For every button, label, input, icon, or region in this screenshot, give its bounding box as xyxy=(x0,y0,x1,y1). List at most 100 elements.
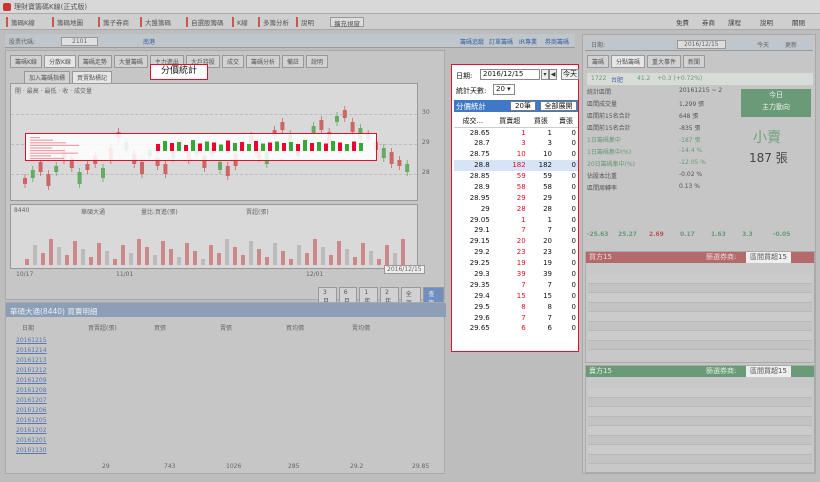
price-row[interactable]: 29 28 28 0 xyxy=(454,203,578,214)
detail-date-link[interactable]: 20161214 xyxy=(16,347,47,354)
count-button[interactable]: 20筆 xyxy=(510,101,536,111)
detail-date-link[interactable]: 20161205 xyxy=(16,417,47,424)
broker-row[interactable] xyxy=(588,435,812,445)
right-tab-1[interactable]: 籌碼 xyxy=(587,55,610,68)
menu-item-8[interactable]: 說明 xyxy=(296,17,317,27)
price-row[interactable]: 29.1 7 7 0 xyxy=(454,225,578,236)
broker-row[interactable] xyxy=(588,426,812,436)
menu-item-6[interactable]: K線 xyxy=(232,17,251,27)
menu-item-1[interactable]: 籌碼K線 xyxy=(6,17,38,27)
price-row[interactable]: 28.95 29 29 0 xyxy=(454,192,578,203)
broker-row[interactable] xyxy=(588,454,812,464)
right-tab-3[interactable]: 重大事件 xyxy=(647,55,682,68)
volume-bar xyxy=(89,257,93,265)
price-row[interactable]: 29.4 15 15 0 xyxy=(454,290,578,301)
broker-row[interactable] xyxy=(588,445,812,455)
stat-days-select[interactable]: 20 ▾ xyxy=(493,84,515,95)
menu-right-3[interactable]: 課程 xyxy=(728,17,741,27)
price-row[interactable]: 28.9 58 58 0 xyxy=(454,181,578,192)
volume-bar xyxy=(121,245,125,265)
detail-date-link[interactable]: 20161212 xyxy=(16,367,47,374)
buyers-filter-select[interactable]: 區間買超15 xyxy=(746,252,791,263)
col-sell[interactable]: 賣張 xyxy=(554,115,578,128)
broker-row[interactable] xyxy=(588,407,812,417)
volume-bar xyxy=(209,245,213,265)
broker-row[interactable] xyxy=(588,312,812,322)
toolbar-link-1[interactable]: 籌碼追蹤 xyxy=(460,37,484,46)
menu-right-2[interactable]: 券商 xyxy=(702,17,715,27)
price-row[interactable]: 28.65 1 1 0 xyxy=(454,127,578,138)
broker-row[interactable] xyxy=(588,283,812,293)
tab-9[interactable]: 備註 xyxy=(281,55,304,68)
price-row[interactable]: 29.2 23 23 0 xyxy=(454,247,578,258)
broker-row[interactable] xyxy=(588,416,812,426)
col-net[interactable]: 買賣超 xyxy=(491,115,528,128)
menu-item-4[interactable]: 大盤籌碼 xyxy=(140,17,174,27)
menu-right-4[interactable]: 說明 xyxy=(760,17,773,27)
menu-item-5[interactable]: 自選股籌碼 xyxy=(186,17,227,27)
toolbar-link-4[interactable]: 券商籌碼 xyxy=(545,37,569,46)
detail-date-link[interactable]: 20161130 xyxy=(16,447,47,454)
broker-row[interactable] xyxy=(588,302,812,312)
broker-row[interactable] xyxy=(588,340,812,350)
broker-row[interactable] xyxy=(588,397,812,407)
tab-7[interactable]: 成交 xyxy=(221,55,244,68)
price-row[interactable]: 29.5 8 8 0 xyxy=(454,301,578,312)
broker-row[interactable] xyxy=(588,321,812,331)
right-date-input[interactable]: 2016/12/15 xyxy=(677,40,726,49)
tab-3[interactable]: 籌碼走勢 xyxy=(77,55,112,68)
price-stats-tooltip[interactable]: 分價統計 xyxy=(150,64,208,80)
right-today-button[interactable]: 今天 xyxy=(757,40,769,49)
detail-date-link[interactable]: 20161209 xyxy=(16,377,47,384)
menu-right-5[interactable]: 關閉 xyxy=(792,17,805,27)
menu-item-9[interactable]: 擴充視窗 xyxy=(330,17,364,28)
menu-item-3[interactable]: 籌子券商 xyxy=(98,17,132,27)
tab-4[interactable]: 大量籌碼 xyxy=(113,55,148,68)
detail-date-link[interactable]: 20161208 xyxy=(16,387,47,394)
price-row[interactable]: 28.75 10 10 0 xyxy=(454,149,578,160)
buyers-header: 買方15 篩選券商: 區間買超15 xyxy=(586,252,814,263)
stock-code-input[interactable]: 2101 xyxy=(61,37,99,46)
detail-date-link[interactable]: 20161215 xyxy=(16,337,47,344)
menu-right-1[interactable]: 免費 xyxy=(676,17,689,27)
broker-row[interactable] xyxy=(588,274,812,284)
menu-item-7[interactable]: 多籌分析 xyxy=(258,17,292,27)
price-row[interactable]: 29.35 7 7 0 xyxy=(454,279,578,290)
price-row[interactable]: 29.3 39 39 0 xyxy=(454,269,578,280)
right-tab-2[interactable]: 分點籌碼 xyxy=(611,55,646,68)
price-cell: 29.15 xyxy=(469,237,490,246)
popup-date-input[interactable]: 2016/12/15 xyxy=(480,69,540,80)
toolbar-link-3[interactable]: IR專業 xyxy=(519,37,537,46)
price-row[interactable]: 29.15 20 20 0 xyxy=(454,236,578,247)
date-dropdown-icon[interactable]: ▾ xyxy=(541,69,549,80)
col-price[interactable]: 成交... xyxy=(454,115,492,128)
tab-10[interactable]: 說明 xyxy=(305,55,328,68)
price-row[interactable]: 29.25 19 19 0 xyxy=(454,258,578,269)
right-tab-4[interactable]: 新聞 xyxy=(683,55,706,68)
price-row[interactable]: 28.85 59 59 0 xyxy=(454,171,578,182)
col-buy[interactable]: 買張 xyxy=(527,115,554,128)
detail-date-link[interactable]: 20161206 xyxy=(16,407,47,414)
right-refresh-button[interactable]: 更新 xyxy=(785,40,797,49)
sellers-filter-select[interactable]: 區間買超15 xyxy=(746,366,791,377)
tab-8[interactable]: 籌碼分析 xyxy=(245,55,280,68)
price-row[interactable]: 29.6 7 7 0 xyxy=(454,312,578,323)
detail-date-link[interactable]: 20161202 xyxy=(16,427,47,434)
tab-2[interactable]: 分散K線 xyxy=(43,55,76,68)
toolbar-link-2[interactable]: 訂單籌碼 xyxy=(489,37,513,46)
price-row[interactable]: 29.05 1 1 0 xyxy=(454,214,578,225)
broker-row[interactable] xyxy=(588,293,812,303)
detail-date-link[interactable]: 20161213 xyxy=(16,357,47,364)
today-button[interactable]: 今天 xyxy=(561,69,579,80)
price-row[interactable]: 28.8 182 182 0 xyxy=(454,159,578,171)
detail-date-link[interactable]: 20161207 xyxy=(16,397,47,404)
price-row[interactable]: 29.65 6 6 0 xyxy=(454,323,578,334)
expand-all-button[interactable]: 全部展開 xyxy=(540,101,577,111)
detail-date-link[interactable]: 20161201 xyxy=(16,437,47,444)
broker-row[interactable] xyxy=(588,331,812,341)
broker-row[interactable] xyxy=(588,388,812,398)
date-prev-icon[interactable]: ◀ xyxy=(549,69,557,80)
price-row[interactable]: 28.7 3 3 0 xyxy=(454,138,578,149)
menu-item-2[interactable]: 籌碼地圖 xyxy=(52,17,86,27)
tab-1[interactable]: 籌碼K線 xyxy=(10,55,42,68)
